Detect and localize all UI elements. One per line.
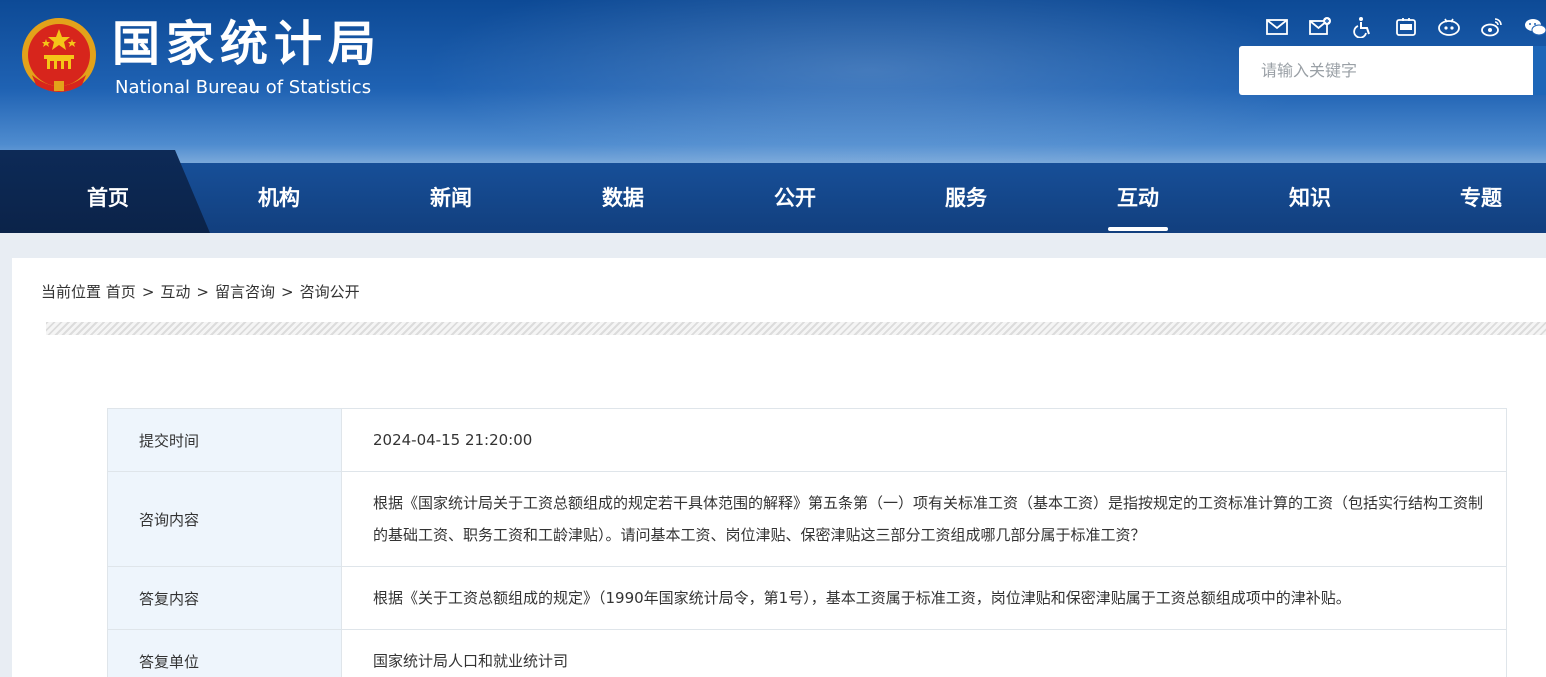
header-glow	[420, 0, 1320, 180]
mail-edit-icon[interactable]	[1298, 14, 1341, 40]
breadcrumb-item-interaction[interactable]: 互动	[160, 283, 190, 301]
breadcrumb-item-home[interactable]: 首页	[106, 283, 136, 301]
breadcrumb-separator: >	[281, 283, 294, 301]
breadcrumb-item-public-consult[interactable]: 咨询公开	[300, 283, 360, 301]
reply-content-value: 根据《关于工资总额组成的规定》（1990年国家统计局令，第1号），基本工资属于标…	[341, 566, 1507, 630]
nav-item-home[interactable]: 首页	[38, 163, 178, 233]
nav-item-services[interactable]: 服务	[896, 163, 1036, 233]
search-input[interactable]	[1239, 46, 1533, 95]
weibo-alt-icon[interactable]	[1470, 14, 1513, 40]
breadcrumb: 当前位置 首页 > 互动 > 留言咨询 > 咨询公开	[41, 282, 360, 302]
divider-stripe	[46, 322, 1546, 335]
breadcrumb-separator: >	[196, 283, 209, 301]
inquiry-content-value: 根据《国家统计局关于工资总额组成的规定若干具体范围的解释》第五条第（一）项有关标…	[341, 471, 1507, 567]
app-icon[interactable]	[1384, 14, 1427, 40]
consultation-detail-table: 提交时间 2024-04-15 21:20:00 咨询内容 根据《国家统计局关于…	[107, 408, 1507, 677]
wechat-icon[interactable]	[1513, 14, 1546, 40]
reply-content-label: 答复内容	[107, 566, 342, 630]
search-box	[1239, 46, 1546, 95]
reply-unit-label: 答复单位	[107, 629, 342, 677]
accessibility-icon[interactable]	[1341, 14, 1384, 40]
submit-time-value: 2024-04-15 21:20:00	[341, 408, 1507, 472]
search-button[interactable]	[1533, 46, 1546, 95]
submit-time-label: 提交时间	[107, 408, 342, 472]
breadcrumb-separator: >	[141, 283, 155, 301]
breadcrumb-item-message[interactable]: 留言咨询	[215, 283, 275, 301]
nav-item-organization[interactable]: 机构	[209, 163, 349, 233]
weibo-icon[interactable]	[1427, 14, 1470, 40]
nav-item-knowledge[interactable]: 知识	[1240, 163, 1380, 233]
site-title-en[interactable]: National Bureau of Statistics	[115, 77, 371, 99]
table-row: 答复内容 根据《关于工资总额组成的规定》（1990年国家统计局令，第1号），基本…	[107, 566, 1507, 630]
site-title-cn[interactable]: 国家统计局	[112, 14, 382, 74]
inquiry-content-label: 咨询内容	[107, 471, 342, 567]
mail-icon[interactable]	[1255, 14, 1298, 40]
table-row: 提交时间 2024-04-15 21:20:00	[107, 408, 1507, 472]
breadcrumb-prefix: 当前位置	[41, 283, 102, 301]
table-row: 咨询内容 根据《国家统计局关于工资总额组成的规定若干具体范围的解释》第五条第（一…	[107, 471, 1507, 567]
nav-item-news[interactable]: 新闻	[381, 163, 521, 233]
national-emblem-icon[interactable]	[20, 15, 98, 97]
nav-item-interaction[interactable]: 互动	[1068, 163, 1208, 233]
top-icon-bar	[1255, 14, 1546, 40]
reply-unit-value: 国家统计局人口和就业统计司	[341, 629, 1507, 677]
nav-item-public[interactable]: 公开	[725, 163, 865, 233]
nav-item-topics[interactable]: 专题	[1411, 163, 1546, 233]
table-row: 答复单位 国家统计局人口和就业统计司	[107, 629, 1507, 677]
nav-item-data[interactable]: 数据	[553, 163, 693, 233]
content-panel: 当前位置 首页 > 互动 > 留言咨询 > 咨询公开 提交时间 2024-04-15 21:…	[12, 258, 1546, 677]
